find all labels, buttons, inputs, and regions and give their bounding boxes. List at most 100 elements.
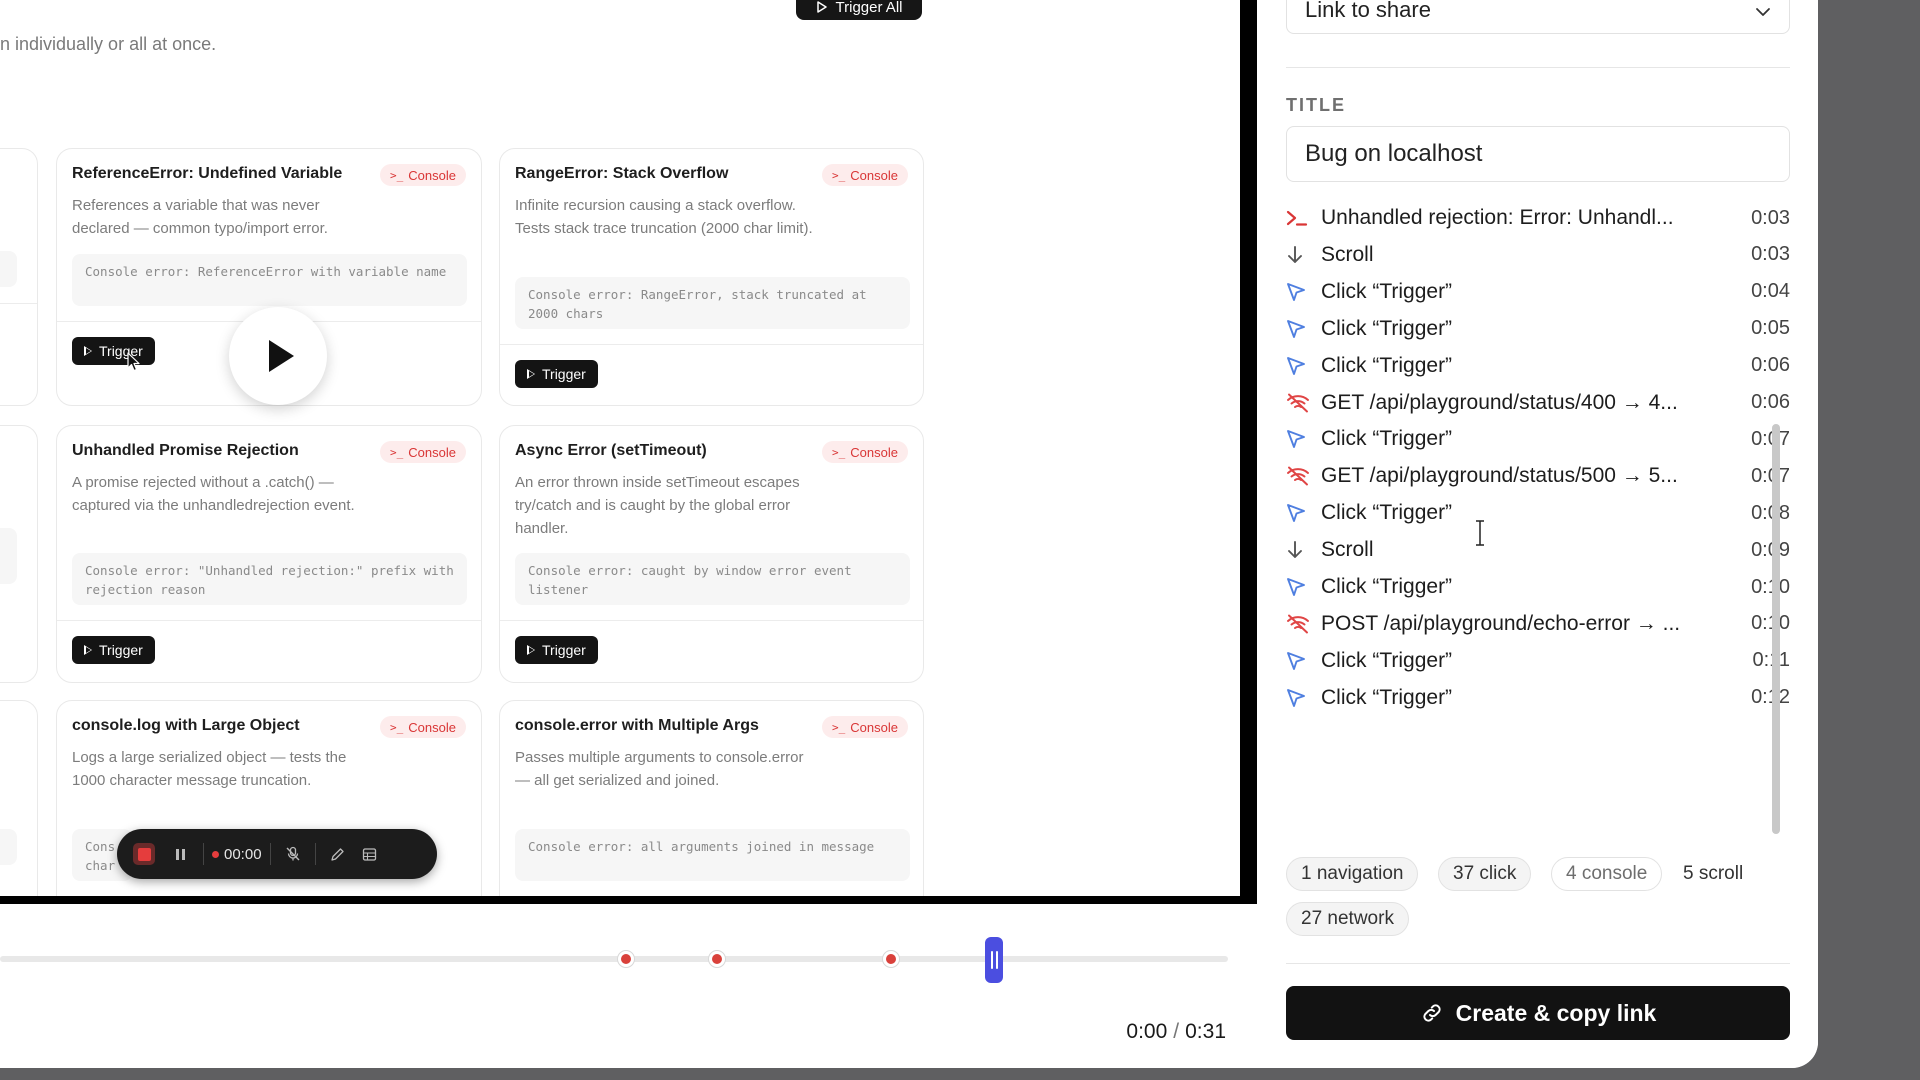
event-row-click[interactable]: Click “Trigger” 0:10 bbox=[1286, 569, 1790, 605]
console-badge: >_ Console bbox=[822, 164, 908, 186]
timeline-event-marker[interactable] bbox=[616, 950, 635, 968]
error-card-async: Async Error (setTimeout) >_ Console An e… bbox=[499, 425, 924, 683]
event-time: 0:08 bbox=[1751, 501, 1790, 524]
trigger-button[interactable]: Trigger bbox=[515, 636, 598, 664]
code-box bbox=[0, 829, 17, 865]
event-label: GET /api/playground/status/400 → 4... bbox=[1321, 390, 1678, 414]
event-time: 0:12 bbox=[1751, 686, 1790, 709]
card-description: An error thrown inside setTimeout escape… bbox=[515, 474, 800, 537]
stop-icon bbox=[133, 843, 155, 865]
event-row-scroll[interactable]: Scroll 0:09 bbox=[1286, 532, 1790, 568]
card-title: console.log with Large Object bbox=[72, 717, 300, 734]
arrow-down-icon bbox=[1286, 540, 1314, 560]
mic-off-icon bbox=[286, 846, 300, 861]
event-label: Click “Trigger” bbox=[1321, 353, 1453, 377]
mic-off-button[interactable] bbox=[279, 829, 307, 879]
filter-click[interactable]: 37 click bbox=[1438, 857, 1532, 891]
event-row-click[interactable]: Click “Trigger” 0:07 bbox=[1286, 421, 1790, 457]
event-label: Scroll bbox=[1321, 538, 1374, 562]
code-box bbox=[0, 251, 17, 287]
timeline-track[interactable] bbox=[0, 956, 1228, 962]
wifi-off-icon bbox=[1286, 614, 1314, 634]
event-list-scrollbar[interactable] bbox=[1772, 424, 1780, 834]
timeline-event-marker[interactable] bbox=[707, 950, 726, 968]
code-box: Console error: all arguments joined in m… bbox=[515, 829, 910, 881]
grid-icon bbox=[362, 847, 377, 861]
share-panel: Link to share TITLE Bug on localhost Unh… bbox=[1257, 0, 1818, 1068]
share-type-select[interactable]: Link to share bbox=[1286, 0, 1790, 34]
event-row-click[interactable]: Click “Trigger”0:11 bbox=[1286, 643, 1790, 679]
current-time: 0:00 bbox=[1126, 1020, 1168, 1043]
event-time: 0:07 bbox=[1751, 464, 1790, 487]
console-badge: >_ Console bbox=[822, 441, 908, 463]
page-description: n individually or all at once. bbox=[0, 34, 217, 54]
terminal-icon: >_ bbox=[390, 445, 404, 459]
annotate-button[interactable] bbox=[324, 829, 352, 879]
wifi-off-icon bbox=[1286, 466, 1314, 486]
pointer-icon bbox=[1286, 319, 1314, 339]
event-label: Scroll bbox=[1321, 242, 1374, 266]
play-overlay-button[interactable] bbox=[229, 307, 327, 405]
event-row-click[interactable]: Click “Trigger” 0:06 bbox=[1286, 348, 1790, 384]
trigger-button[interactable]: Trigger bbox=[72, 636, 155, 664]
code-box: Console error: "Unhandled rejection:" pr… bbox=[72, 553, 467, 605]
card-partial: ole bbox=[0, 700, 38, 896]
timeline-event-marker[interactable] bbox=[882, 950, 901, 968]
event-list[interactable]: Unhandled rejection: Error: Unhandl... 0:… bbox=[1286, 200, 1806, 840]
trigger-all-button[interactable]: Trigger All bbox=[796, 0, 922, 20]
card-description: Logs a large serialized object — tests t… bbox=[72, 749, 347, 789]
card-title: console.error with Multiple Args bbox=[515, 717, 759, 734]
event-row-scroll[interactable]: Scroll 0:03 bbox=[1286, 237, 1790, 273]
recording-timer: 00:00 bbox=[212, 829, 262, 879]
event-time: 0:04 bbox=[1751, 280, 1790, 303]
event-label: Click “Trigger” bbox=[1321, 575, 1453, 598]
filter-console[interactable]: 4 console bbox=[1551, 857, 1663, 891]
stop-recording-button[interactable] bbox=[133, 829, 155, 879]
event-time: 0:05 bbox=[1751, 317, 1790, 340]
card-partial: ole bbox=[0, 425, 38, 683]
console-badge: >_ Console bbox=[380, 164, 466, 186]
event-row-network[interactable]: POST /api/playground/echo-error → ... 0:1… bbox=[1286, 606, 1790, 642]
create-copy-link-button[interactable]: Create & copy link bbox=[1286, 986, 1790, 1040]
event-label: POST /api/playground/echo-error → ... bbox=[1321, 611, 1681, 635]
event-row-click[interactable]: Click “Trigger” 0:05 bbox=[1286, 311, 1790, 347]
event-row-click[interactable]: Click “Trigger” 0:12 bbox=[1286, 680, 1790, 716]
filter-scroll[interactable]: 5 scroll bbox=[1668, 857, 1758, 891]
region-button[interactable] bbox=[352, 829, 388, 879]
card-description: A promise rejected without a .catch() — … bbox=[72, 474, 355, 514]
play-icon bbox=[269, 340, 294, 372]
card-title: Unhandled Promise Rejection bbox=[72, 442, 299, 459]
pointer-icon bbox=[1286, 577, 1314, 597]
error-card-multiple-args: console.error with Multiple Args >_ Cons… bbox=[499, 700, 924, 896]
card-title: RangeError: Stack Overflow bbox=[515, 165, 729, 182]
event-time: 0:10 bbox=[1751, 575, 1790, 598]
pause-button[interactable] bbox=[165, 829, 195, 879]
card-description: Infinite recursion causing a stack overf… bbox=[515, 197, 813, 237]
event-label: GET /api/playground/status/500 → 5... bbox=[1321, 464, 1678, 488]
mouse-cursor-icon bbox=[127, 352, 140, 372]
link-icon bbox=[1423, 1004, 1441, 1022]
event-label: Click “Trigger” bbox=[1321, 685, 1453, 709]
filter-navigation[interactable]: 1 navigation bbox=[1286, 857, 1419, 891]
event-row-network[interactable]: GET /api/playground/status/500 → 5... 0:0… bbox=[1286, 458, 1790, 494]
timeline-playhead[interactable] bbox=[985, 937, 1004, 983]
text-cursor-icon bbox=[1476, 520, 1484, 546]
title-input[interactable]: Bug on localhost bbox=[1286, 126, 1790, 182]
pointer-icon bbox=[1286, 429, 1314, 449]
arrow-down-icon bbox=[1286, 245, 1314, 265]
filter-network[interactable]: 27 network bbox=[1286, 902, 1409, 936]
event-row-console[interactable]: Unhandled rejection: Error: Unhandl... 0:… bbox=[1286, 200, 1790, 236]
card-description: Passes multiple arguments to console.err… bbox=[515, 749, 804, 789]
event-row-network[interactable]: GET /api/playground/status/400 → 4... 0:0… bbox=[1286, 385, 1790, 421]
app-window: n individually or all at once. Trigger A… bbox=[0, 0, 1818, 1068]
video-preview[interactable]: n individually or all at once. Trigger A… bbox=[0, 0, 1257, 904]
event-row-click[interactable]: Click “Trigger” 0:04 bbox=[1286, 274, 1790, 310]
pointer-icon bbox=[1286, 688, 1314, 708]
recorded-page: n individually or all at once. Trigger A… bbox=[0, 0, 1240, 896]
time-readout: 0:00/0:31 bbox=[1126, 1020, 1226, 1043]
total-time: 0:31 bbox=[1185, 1020, 1226, 1043]
event-row-click[interactable]: Click “Trigger” 0:08 bbox=[1286, 495, 1790, 531]
wifi-off-icon bbox=[1286, 393, 1314, 413]
trigger-button[interactable]: Trigger bbox=[72, 337, 155, 365]
trigger-button[interactable]: Trigger bbox=[515, 360, 598, 388]
